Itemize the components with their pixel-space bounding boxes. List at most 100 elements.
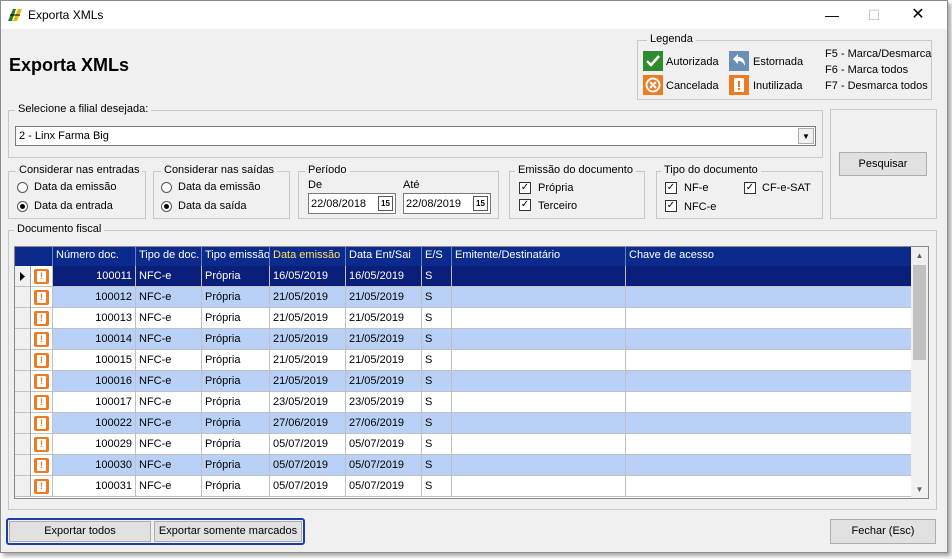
- row-indicator[interactable]: [15, 266, 31, 287]
- tipo-checkbox-nfe[interactable]: ✓: [665, 182, 677, 194]
- maximize-button[interactable]: ☐: [851, 1, 897, 29]
- saidas-label-emissao: Data da emissão: [178, 181, 261, 193]
- grid-header: Número doc. Tipo de doc. Tipo emissão Data …: [15, 247, 912, 266]
- warning-icon: !: [34, 416, 49, 431]
- column-header[interactable]: Chave de acesso: [626, 247, 912, 266]
- minimize-button[interactable]: —: [809, 1, 855, 29]
- tipo-checkbox-cfe-sat[interactable]: ✓: [744, 182, 756, 194]
- table-row[interactable]: ! 100031 NFC-e Própria 05/07/2019 05/07/2019 S: [15, 476, 912, 497]
- row-status-cell: !: [31, 476, 53, 497]
- warning-icon: !: [34, 374, 49, 389]
- table-cell: NFC-e: [136, 329, 202, 350]
- saidas-radio-saida[interactable]: [161, 201, 172, 212]
- table-cell: 100011: [53, 266, 136, 287]
- export-marked-label: Exportar somente marcados: [158, 525, 298, 537]
- date-to-field[interactable]: 22/08/2019 15: [403, 193, 491, 214]
- chevron-down-icon[interactable]: ▼: [798, 128, 814, 144]
- saidas-radio-emissao[interactable]: [161, 182, 172, 193]
- warning-icon: !: [34, 269, 49, 284]
- table-cell: Própria: [202, 329, 270, 350]
- window-title: Exporta XMLs: [28, 8, 104, 22]
- column-header[interactable]: Número doc.: [53, 247, 136, 266]
- table-cell: Própria: [202, 413, 270, 434]
- export-all-button[interactable]: Exportar todos: [9, 521, 151, 542]
- date-from-field[interactable]: 22/08/2018 15: [308, 193, 396, 214]
- row-status-cell: !: [31, 266, 53, 287]
- scroll-up-icon[interactable]: ▲: [911, 247, 928, 264]
- table-cell: 05/07/2019: [346, 434, 422, 455]
- column-header[interactable]: Data emissão: [270, 247, 346, 266]
- table-cell: [452, 329, 626, 350]
- calendar-icon[interactable]: 15: [378, 196, 393, 211]
- table-cell: [626, 350, 912, 371]
- column-header[interactable]: Tipo emissão: [202, 247, 270, 266]
- table-cell: NFC-e: [136, 350, 202, 371]
- documents-grid[interactable]: Número doc. Tipo de doc. Tipo emissão Data …: [14, 246, 929, 499]
- table-cell: 05/07/2019: [270, 434, 346, 455]
- table-cell: [626, 455, 912, 476]
- table-cell: NFC-e: [136, 455, 202, 476]
- table-row[interactable]: ! 100022 NFC-e Própria 27/06/2019 27/06/2019 S: [15, 413, 912, 434]
- table-cell: 05/07/2019: [270, 455, 346, 476]
- page-title: Exporta XMLs: [9, 55, 130, 75]
- row-indicator[interactable]: [15, 455, 31, 476]
- table-row[interactable]: ! 100013 NFC-e Própria 21/05/2019 21/05/2019 S: [15, 308, 912, 329]
- table-cell: S: [422, 371, 452, 392]
- row-indicator[interactable]: [15, 287, 31, 308]
- table-row[interactable]: ! 100015 NFC-e Própria 21/05/2019 21/05/2019 S: [15, 350, 912, 371]
- table-cell: NFC-e: [136, 476, 202, 497]
- table-row[interactable]: ! 100016 NFC-e Própria 21/05/2019 21/05/2019 S: [15, 371, 912, 392]
- row-indicator[interactable]: [15, 329, 31, 350]
- column-header[interactable]: Tipo de doc.: [136, 247, 202, 266]
- row-indicator[interactable]: [15, 308, 31, 329]
- search-button[interactable]: Pesquisar: [839, 152, 927, 176]
- row-indicator[interactable]: [15, 392, 31, 413]
- close-window-button[interactable]: ✕: [895, 1, 941, 29]
- table-row[interactable]: ! 100012 NFC-e Própria 21/05/2019 21/05/2019 S: [15, 287, 912, 308]
- table-row[interactable]: ! 100014 NFC-e Própria 21/05/2019 21/05/2019 S: [15, 329, 912, 350]
- shortcut-f5: F5 - Marca/Desmarca: [825, 48, 932, 60]
- close-button[interactable]: Fechar (Esc): [830, 519, 936, 544]
- periodo-to-label: Até: [403, 179, 420, 191]
- table-row[interactable]: ! 100017 NFC-e Própria 23/05/2019 23/05/2019 S: [15, 392, 912, 413]
- table-row[interactable]: ! 100029 NFC-e Própria 05/07/2019 05/07/2019 S: [15, 434, 912, 455]
- table-cell: 27/06/2019: [270, 413, 346, 434]
- date-from-value: 22/08/2018: [311, 198, 367, 210]
- row-indicator[interactable]: [15, 434, 31, 455]
- scroll-down-icon[interactable]: ▼: [911, 481, 928, 498]
- export-marked-button[interactable]: Exportar somente marcados: [154, 521, 302, 542]
- warning-icon: !: [34, 479, 49, 494]
- table-cell: 21/05/2019: [270, 308, 346, 329]
- table-cell: [452, 371, 626, 392]
- emissao-checkbox-propria[interactable]: ✓: [519, 182, 531, 194]
- emissao-checkbox-terceiro[interactable]: ✓: [519, 199, 531, 211]
- table-cell: [626, 266, 912, 287]
- warning-icon: !: [34, 437, 49, 452]
- vertical-scrollbar[interactable]: ▲ ▼: [911, 247, 928, 498]
- table-cell: [626, 476, 912, 497]
- row-status-cell: !: [31, 434, 53, 455]
- table-row[interactable]: ! 100011 NFC-e Própria 16/05/2019 16/05/2019 S: [15, 266, 912, 287]
- entradas-radio-emissao[interactable]: [17, 182, 28, 193]
- table-cell: [626, 371, 912, 392]
- calendar-icon[interactable]: 15: [473, 196, 488, 211]
- periodo-caption: Período: [305, 164, 350, 176]
- row-indicator[interactable]: [15, 476, 31, 497]
- column-header[interactable]: E/S: [422, 247, 452, 266]
- saidas-caption: Considerar nas saídas: [161, 164, 278, 176]
- tipo-group: [656, 171, 823, 219]
- row-indicator[interactable]: [15, 350, 31, 371]
- column-header[interactable]: Data Ent/Sai: [346, 247, 422, 266]
- entradas-radio-entrada[interactable]: [17, 201, 28, 212]
- shortcut-f7: F7 - Desmarca todos: [825, 80, 928, 92]
- table-cell: 05/07/2019: [346, 455, 422, 476]
- row-indicator[interactable]: [15, 371, 31, 392]
- scroll-thumb[interactable]: [913, 265, 926, 360]
- warning-icon: !: [34, 290, 49, 305]
- table-cell: S: [422, 308, 452, 329]
- column-header[interactable]: Emitente/Destinatário: [452, 247, 626, 266]
- table-row[interactable]: ! 100030 NFC-e Própria 05/07/2019 05/07/2019 S: [15, 455, 912, 476]
- filial-select[interactable]: 2 - Linx Farma Big ▼: [15, 126, 816, 146]
- tipo-checkbox-nfce[interactable]: ✓: [665, 200, 677, 212]
- row-indicator[interactable]: [15, 413, 31, 434]
